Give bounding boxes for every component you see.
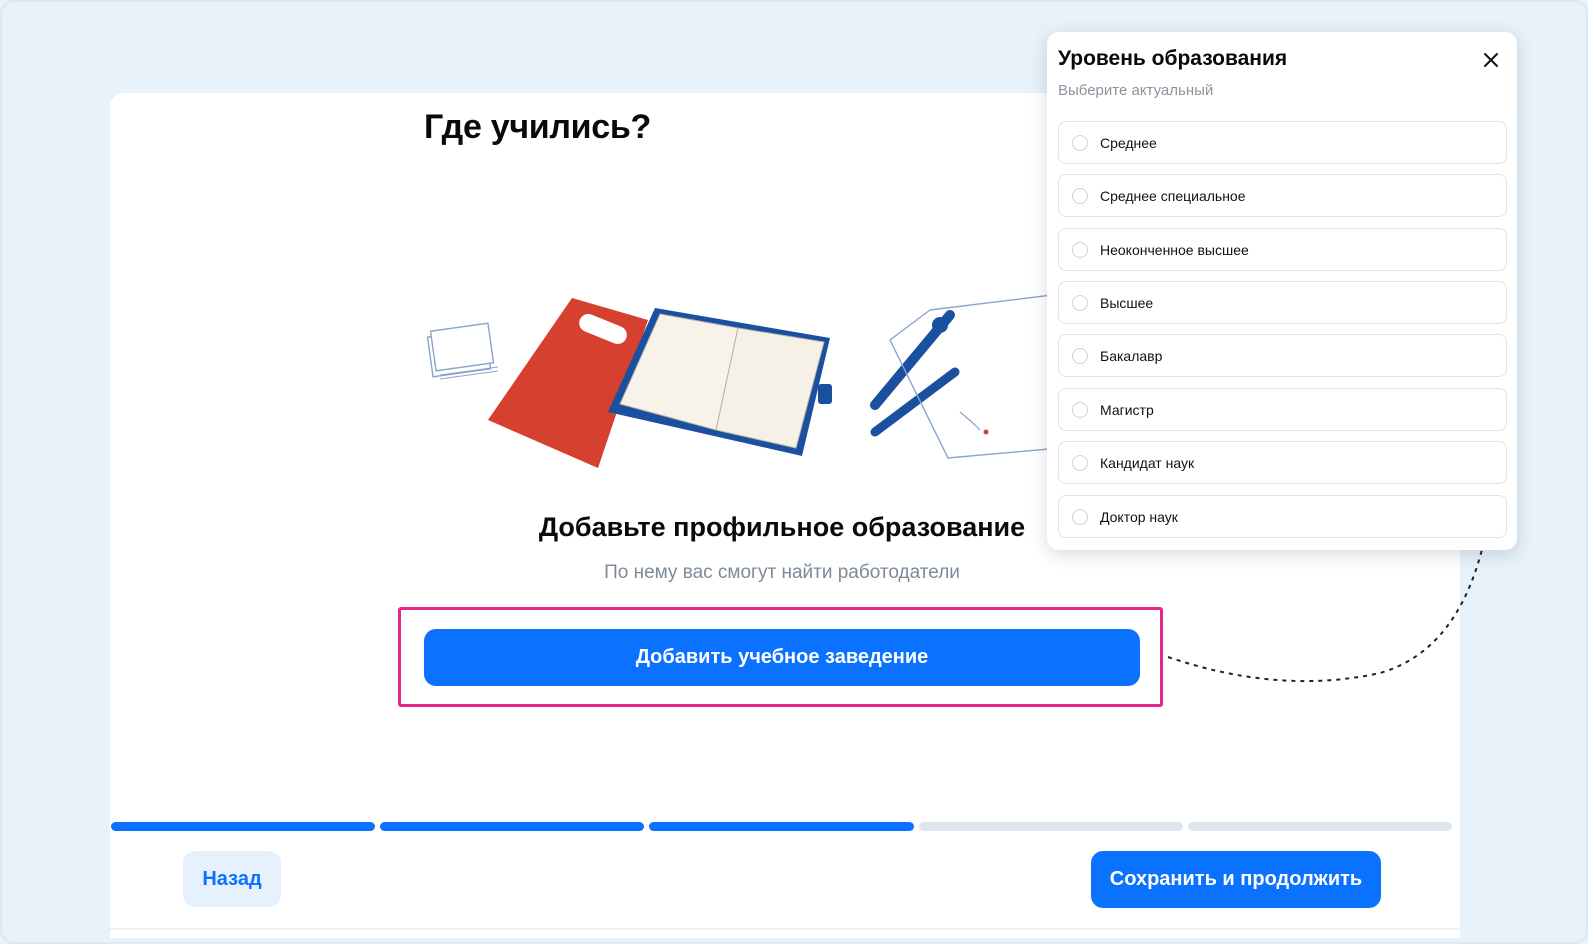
option-secondary-special[interactable]: Среднее специальное (1058, 174, 1507, 217)
radio-icon[interactable] (1072, 508, 1088, 525)
education-illustration (426, 293, 1060, 468)
option-bachelor[interactable]: Бакалавр (1058, 334, 1507, 377)
progress-segment (649, 822, 914, 831)
radio-icon[interactable] (1072, 187, 1088, 204)
back-button[interactable]: Назад (183, 851, 281, 907)
paper-sheet-icon (889, 293, 1060, 459)
option-incomplete-higher[interactable]: Неоконченное высшее (1058, 228, 1507, 271)
option-label: Доктор наук (1100, 508, 1178, 525)
save-continue-button[interactable]: Сохранить и продолжить (1091, 851, 1381, 908)
close-button[interactable] (1479, 48, 1503, 72)
paper-stack-icon (426, 322, 499, 380)
close-icon (1484, 53, 1498, 67)
radio-icon[interactable] (1072, 134, 1088, 151)
pens-icon (870, 310, 960, 437)
popup-title: Уровень образования (1058, 47, 1288, 70)
progress-bar (111, 822, 1453, 831)
radio-icon[interactable] (1072, 401, 1088, 418)
option-label: Среднее специальное (1100, 187, 1246, 204)
add-institution-button[interactable]: Добавить учебное заведение (424, 629, 1140, 686)
option-master[interactable]: Магистр (1058, 388, 1507, 431)
radio-icon[interactable] (1072, 241, 1088, 258)
popup-subtitle: Выберите актуальный (1058, 82, 1214, 99)
option-doctor[interactable]: Доктор наук (1058, 495, 1507, 538)
radio-icon[interactable] (1072, 294, 1088, 311)
option-label: Высшее (1100, 294, 1154, 311)
option-candidate[interactable]: Кандидат наук (1058, 441, 1507, 484)
page-title: Где учились? (424, 108, 651, 146)
progress-segment (1187, 822, 1453, 831)
option-label: Неоконченное высшее (1100, 241, 1249, 258)
radio-icon[interactable] (1072, 454, 1088, 471)
option-label: Магистр (1100, 401, 1154, 418)
radio-icon[interactable] (1072, 347, 1088, 364)
connector-line (1167, 532, 1490, 682)
option-label: Бакалавр (1100, 347, 1163, 364)
option-label: Кандидат наук (1100, 454, 1195, 471)
option-secondary[interactable]: Среднее (1058, 121, 1507, 164)
bottom-divider (110, 928, 1460, 930)
option-label: Среднее (1100, 134, 1157, 151)
progress-segment (380, 822, 645, 831)
progress-segment (918, 822, 1183, 831)
option-higher[interactable]: Высшее (1058, 281, 1507, 324)
progress-segment (111, 822, 376, 831)
education-level-popup: Уровень образования Выберите актуальный … (1047, 32, 1517, 550)
section-subtitle: По нему вас смогут найти работодатели (604, 562, 960, 583)
